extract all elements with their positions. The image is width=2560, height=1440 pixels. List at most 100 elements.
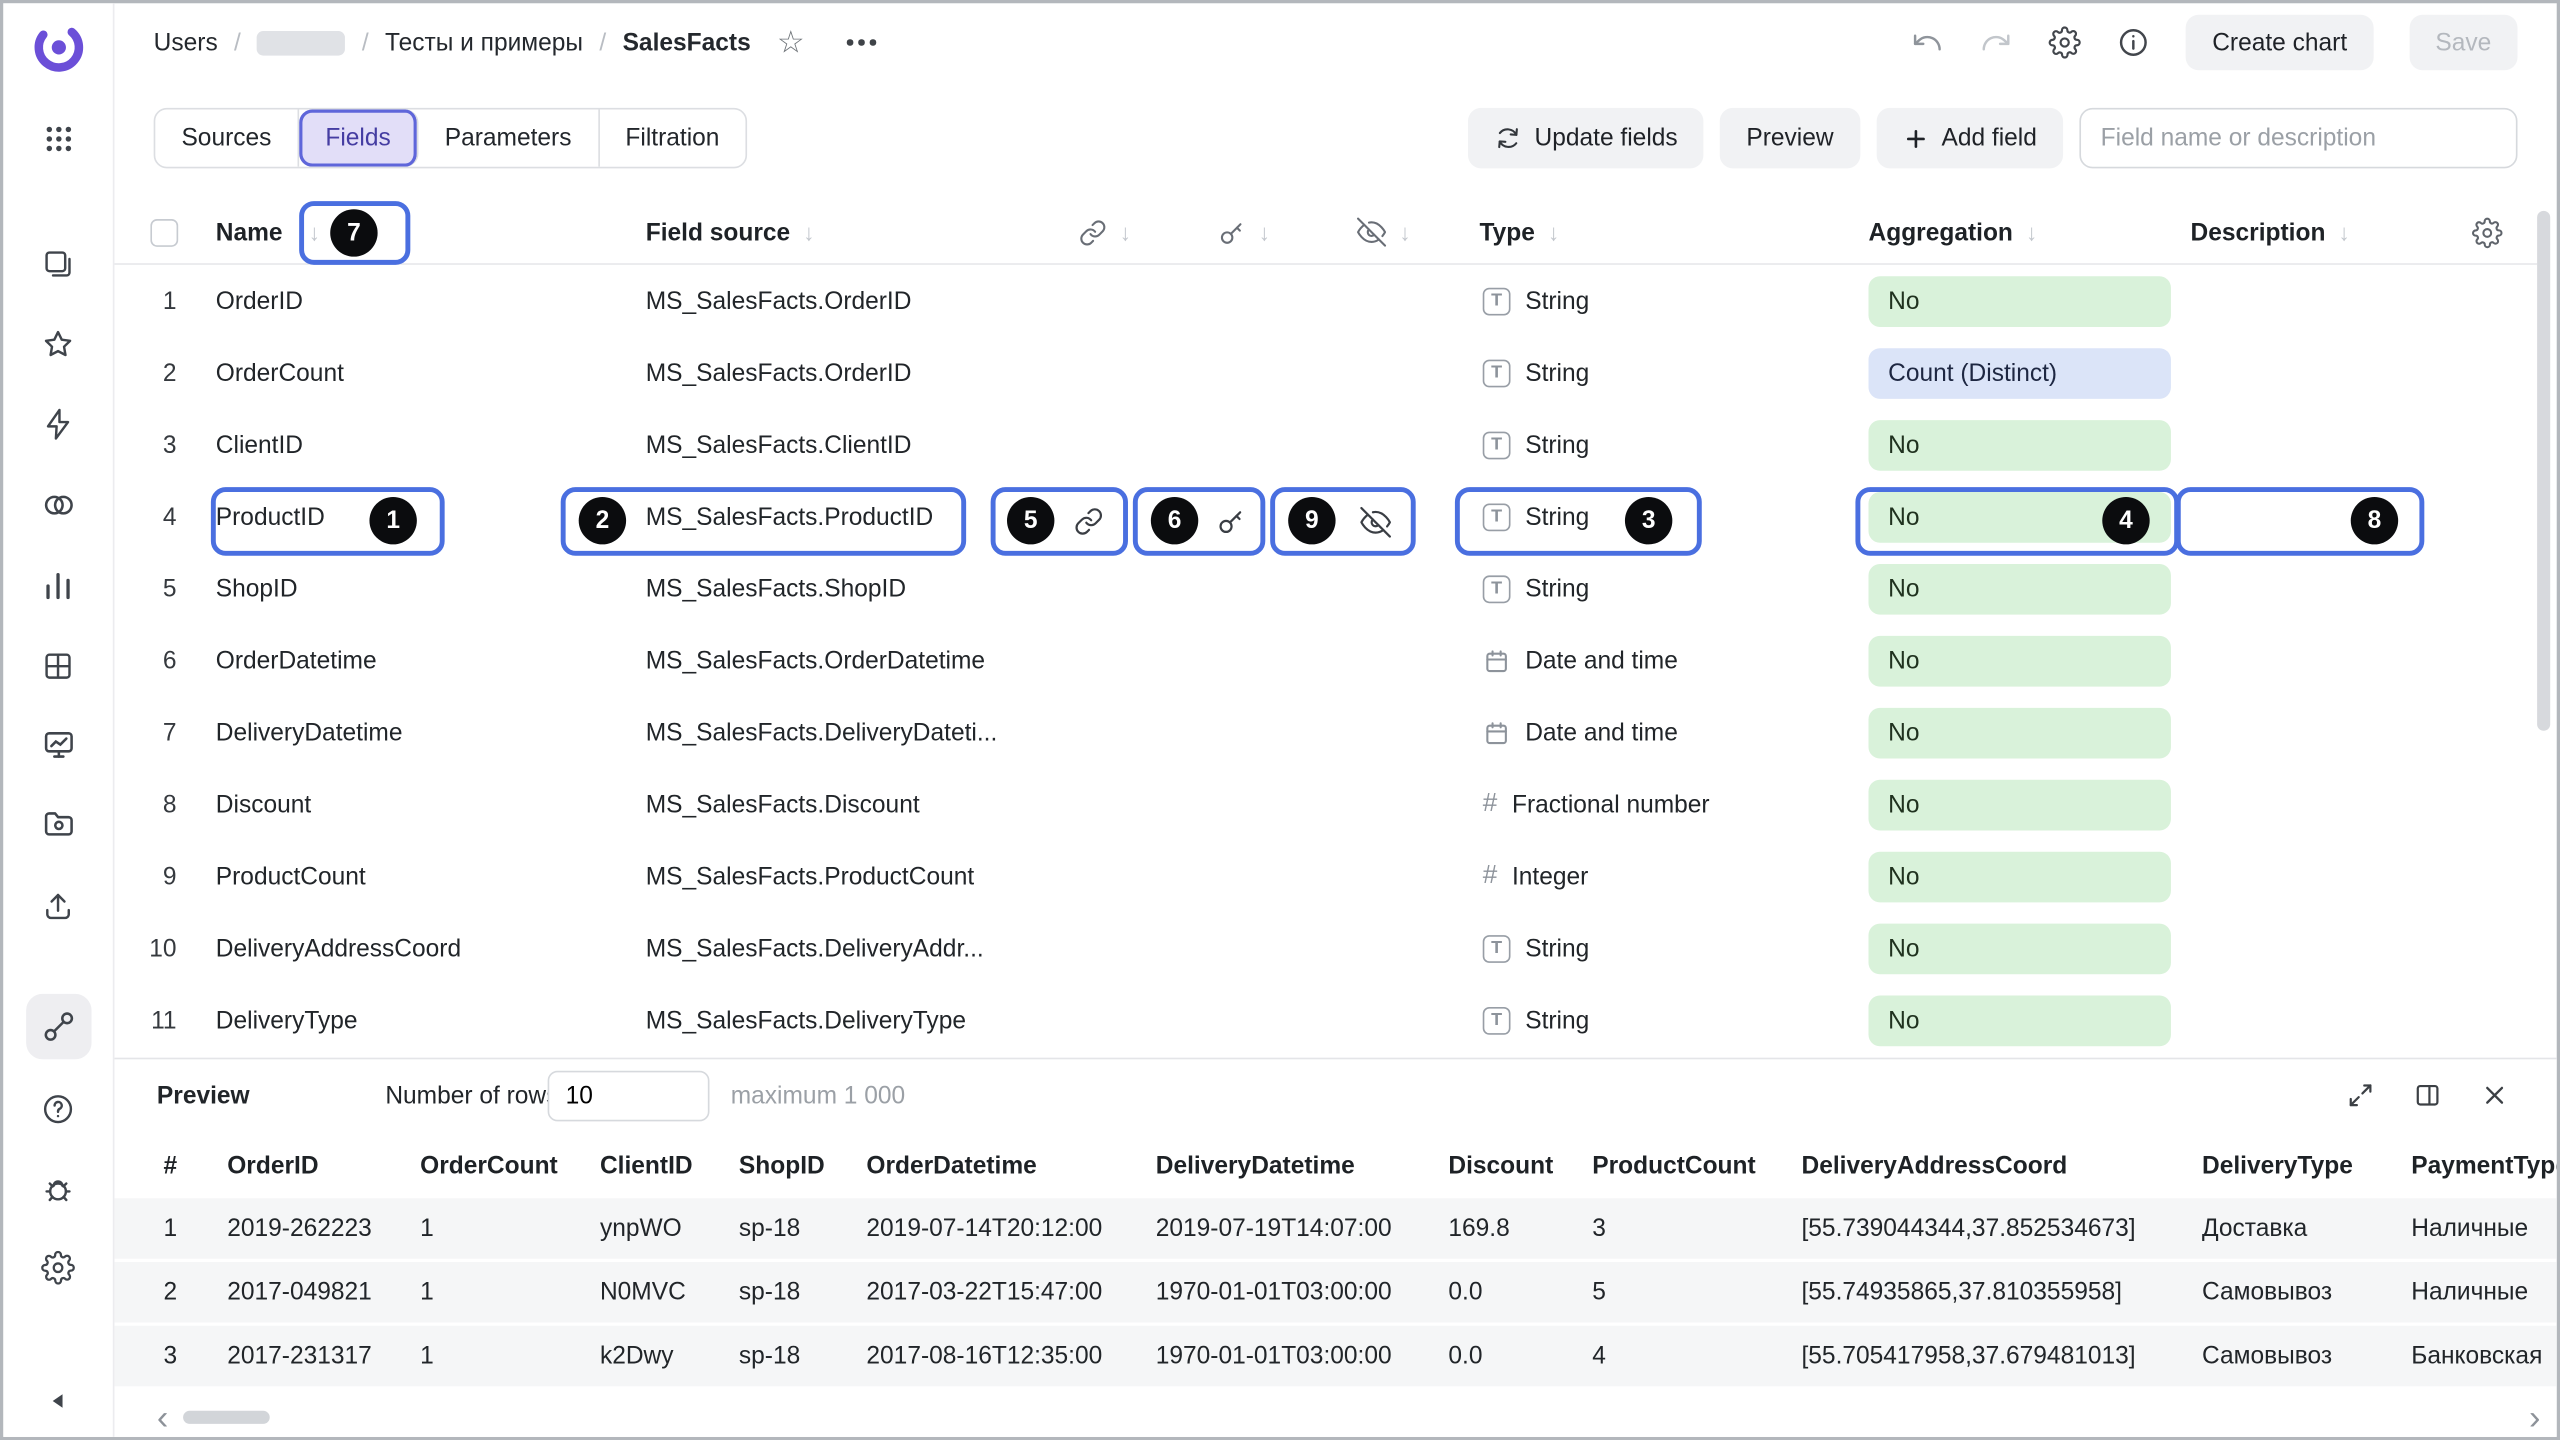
scroll-right-chevron-icon[interactable]: ›	[2529, 1401, 2540, 1435]
sort-icon-aggregation[interactable]: ↓	[2026, 219, 2037, 245]
field-search-input[interactable]	[2079, 108, 2517, 168]
rows-count-input[interactable]	[548, 1071, 710, 1122]
breadcrumb-folder[interactable]: Тесты и примеры	[385, 29, 583, 57]
info-icon[interactable]	[2117, 26, 2150, 59]
aggregation-value[interactable]: No	[1869, 635, 2171, 686]
fields-vertical-scrollbar[interactable]	[2537, 211, 2550, 731]
charts-icon[interactable]	[27, 554, 89, 616]
tab-sources[interactable]: Sources	[155, 110, 299, 167]
tab-parameters[interactable]: Parameters	[419, 110, 600, 167]
sort-icon-source[interactable]: ↓	[803, 219, 814, 245]
datalens-logo[interactable]	[27, 16, 89, 78]
field-source[interactable]: MS_SalesFacts.DeliveryAddr...	[646, 934, 984, 962]
aggregation-value[interactable]: Count (Distinct)	[1869, 347, 2171, 398]
field-row[interactable]: 6 OrderDatetime MS_SalesFacts.OrderDatet…	[114, 624, 2537, 696]
field-source[interactable]: MS_SalesFacts.ProductCount	[646, 862, 974, 890]
sort-icon-type[interactable]: ↓	[1548, 219, 1559, 245]
breadcrumb-users[interactable]: Users	[154, 29, 218, 57]
field-row[interactable]: 2 OrderCount MS_SalesFacts.OrderID T # S…	[114, 337, 2537, 409]
row-link-icon[interactable]	[1074, 507, 1103, 536]
field-type[interactable]: T # Fractional number	[1479, 790, 1868, 819]
field-row[interactable]: 11 DeliveryType MS_SalesFacts.DeliveryTy…	[114, 984, 2537, 1056]
field-name[interactable]: OrderID	[216, 287, 303, 315]
dashboards-grid-icon[interactable]	[27, 634, 89, 696]
monitoring-board-icon[interactable]	[27, 713, 89, 775]
field-name[interactable]: ProductCount	[216, 862, 366, 890]
preview-split-view-icon[interactable]	[2413, 1081, 2442, 1110]
aggregation-value[interactable]: No	[1869, 923, 2171, 974]
services-circles-icon[interactable]	[27, 474, 89, 536]
field-name[interactable]: OrderCount	[216, 359, 344, 387]
field-name[interactable]: ShopID	[216, 575, 298, 603]
row-eye-off-icon[interactable]	[1360, 507, 1391, 538]
field-source[interactable]: MS_SalesFacts.OrderID	[646, 287, 912, 315]
export-upload-icon[interactable]	[27, 875, 89, 937]
field-type[interactable]: T # String	[1479, 575, 1868, 603]
undo-icon[interactable]	[1911, 26, 1944, 59]
update-fields-button[interactable]: Update fields	[1468, 108, 1704, 168]
collections-icon[interactable]	[27, 232, 89, 294]
field-row[interactable]: 3 ClientID MS_SalesFacts.ClientID T # St…	[114, 409, 2537, 481]
field-row[interactable]: 9 ProductCount MS_SalesFacts.ProductCoun…	[114, 840, 2537, 912]
aggregation-value[interactable]: No	[1869, 707, 2171, 758]
field-type[interactable]: T # String	[1479, 431, 1868, 459]
row-key-icon[interactable]	[1216, 507, 1245, 536]
field-name[interactable]: OrderDatetime	[216, 647, 377, 675]
aggregation-value[interactable]: No	[1869, 563, 2171, 614]
field-source[interactable]: MS_SalesFacts.Discount	[646, 790, 920, 818]
preview-toggle-button[interactable]: Preview	[1720, 108, 1860, 168]
sort-icon-name[interactable]: ↓	[309, 219, 320, 245]
field-name[interactable]: Discount	[216, 790, 311, 818]
aggregation-value[interactable]: No	[1869, 419, 2171, 470]
sort-icon-description[interactable]: ↓	[2339, 219, 2350, 245]
field-name[interactable]: ProductID	[216, 503, 325, 531]
field-name[interactable]: DeliveryType	[216, 1006, 358, 1034]
field-row[interactable]: 8 Discount MS_SalesFacts.Discount T # Fr…	[114, 768, 2537, 840]
breadcrumb-redacted-item[interactable]	[257, 30, 345, 55]
sidebar-collapse-icon[interactable]	[27, 1370, 89, 1432]
aggregation-value[interactable]: No	[1869, 851, 2171, 902]
preview-expand-icon[interactable]	[2346, 1081, 2375, 1110]
field-type[interactable]: T # String	[1479, 287, 1868, 315]
more-actions-icon[interactable]	[847, 40, 876, 46]
save-button[interactable]: Save	[2409, 15, 2517, 71]
field-type[interactable]: T # Date and time	[1479, 718, 1868, 746]
field-source[interactable]: MS_SalesFacts.OrderID	[646, 359, 912, 387]
field-source[interactable]: MS_SalesFacts.DeliveryType	[646, 1006, 966, 1034]
field-source[interactable]: MS_SalesFacts.DeliveryDateti...	[646, 718, 998, 746]
scroll-left-chevron-icon[interactable]: ‹	[157, 1401, 168, 1435]
sort-icon-hidden[interactable]: ↓	[1399, 219, 1410, 245]
create-chart-button[interactable]: Create chart	[2186, 15, 2373, 71]
quick-actions-bolt-icon[interactable]	[27, 392, 89, 454]
bug-report-icon[interactable]	[27, 1157, 89, 1219]
field-source[interactable]: MS_SalesFacts.OrderDatetime	[646, 647, 985, 675]
field-type[interactable]: T # Date and time	[1479, 647, 1868, 675]
help-icon[interactable]	[27, 1077, 89, 1139]
field-type[interactable]: T # String	[1479, 359, 1868, 387]
field-name[interactable]: DeliveryAddressCoord	[216, 934, 461, 962]
favorites-star-icon[interactable]	[27, 312, 89, 374]
field-name[interactable]: DeliveryDatetime	[216, 718, 403, 746]
field-type[interactable]: T # String	[1479, 934, 1868, 962]
table-settings-gear-icon[interactable]	[2472, 217, 2503, 248]
field-source[interactable]: MS_SalesFacts.ShopID	[646, 575, 906, 603]
tab-fields[interactable]: Fields	[299, 110, 418, 167]
preview-close-icon[interactable]	[2480, 1081, 2509, 1110]
aggregation-value[interactable]: No	[1869, 275, 2171, 326]
connections-icon[interactable]	[25, 994, 90, 1059]
settings-gear-icon[interactable]	[27, 1236, 89, 1298]
field-name[interactable]: ClientID	[216, 431, 303, 459]
field-type[interactable]: T # Integer	[1479, 862, 1868, 891]
sort-icon-key[interactable]: ↓	[1259, 219, 1270, 245]
favorite-star-icon[interactable]: ☆	[777, 27, 805, 58]
field-type[interactable]: T # String	[1479, 1006, 1868, 1034]
field-row[interactable]: 10 DeliveryAddressCoord MS_SalesFacts.De…	[114, 912, 2537, 984]
redo-icon[interactable]	[1980, 26, 2013, 59]
tab-filtration[interactable]: Filtration	[599, 110, 745, 167]
field-source[interactable]: MS_SalesFacts.ProductID	[646, 503, 934, 531]
field-row[interactable]: 1 OrderID MS_SalesFacts.OrderID T # Stri…	[114, 265, 2537, 337]
storage-folder-icon[interactable]	[27, 793, 89, 855]
sort-icon-link[interactable]: ↓	[1120, 219, 1131, 245]
dataset-settings-gear-icon[interactable]	[2049, 26, 2082, 59]
select-all-checkbox[interactable]	[150, 218, 178, 246]
